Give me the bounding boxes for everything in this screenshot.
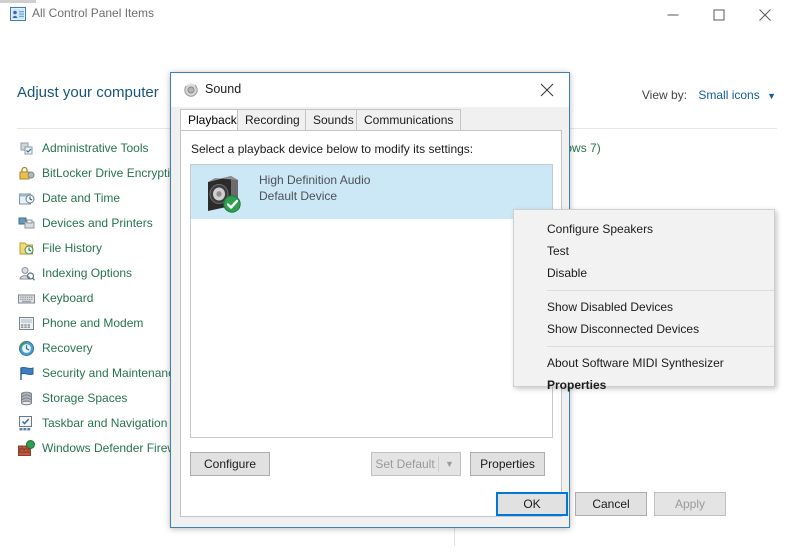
sound-dialog: Sound Playback Recording Sounds Communic… [170, 72, 570, 528]
maximize-icon [714, 10, 725, 21]
maximize-button[interactable] [696, 0, 742, 30]
bitlocker-icon [18, 165, 35, 182]
tab-communications[interactable]: Communications [356, 109, 461, 131]
set-default-button: Set Default ▼ [371, 452, 461, 476]
context-menu-item-configure-speakers[interactable]: Configure Speakers [514, 218, 774, 240]
context-menu-item-disable[interactable]: Disable [514, 262, 774, 284]
apply-button: Apply [654, 492, 726, 516]
view-by-control[interactable]: View by: Small icons ▼ [642, 88, 776, 102]
close-icon [541, 84, 554, 97]
list-item-label[interactable]: BitLocker Drive Encryption [42, 161, 183, 186]
administrative-tools-icon [18, 140, 35, 157]
speaker-device-icon [203, 173, 245, 213]
list-item-label[interactable]: Security and Maintenance [42, 361, 181, 386]
windows-defender-firewall-icon [18, 440, 35, 457]
titlebar-tab-stub [0, 0, 36, 3]
chevron-down-icon[interactable]: ▼ [767, 91, 776, 101]
close-button[interactable] [742, 0, 788, 30]
context-menu-item-test[interactable]: Test [514, 240, 774, 262]
taskbar-navigation-icon [18, 415, 35, 432]
dialog-title: Sound [205, 82, 241, 96]
device-name: High Definition Audio [259, 173, 370, 187]
navigation-bar: › Control Panel › All Control Panel Item… [0, 30, 802, 66]
device-row-high-definition-audio[interactable]: High Definition Audio Default Device [191, 165, 552, 219]
list-item-label[interactable]: Date and Time [42, 186, 120, 211]
tab-recording[interactable]: Recording [237, 109, 308, 131]
device-properties-button[interactable]: Properties [470, 452, 545, 476]
context-menu-separator [547, 346, 774, 347]
list-item-label[interactable]: File History [42, 236, 102, 261]
minimize-icon [668, 10, 679, 21]
list-item-label[interactable]: Windows Defender Firewall [42, 436, 188, 461]
context-menu-separator [547, 290, 774, 291]
list-item-label[interactable]: Taskbar and Navigation [42, 411, 167, 436]
control-panel-icon [10, 7, 26, 21]
security-maintenance-icon [18, 365, 35, 382]
pane-prompt: Select a playback device below to modify… [191, 142, 473, 156]
set-default-label: Set Default [372, 453, 438, 475]
list-item-label[interactable]: Recovery [42, 336, 93, 361]
cancel-button[interactable]: Cancel [575, 492, 647, 516]
playback-tab-pane: Select a playback device below to modify… [180, 130, 562, 517]
context-menu-item-about-software-midi-synthesizer[interactable]: About Software MIDI Synthesizer [514, 352, 774, 374]
storage-spaces-icon [18, 390, 35, 407]
view-by-value[interactable]: Small icons [698, 88, 759, 102]
list-item-label[interactable]: Storage Spaces [42, 386, 127, 411]
configure-button[interactable]: Configure [190, 452, 270, 476]
list-item-label[interactable]: Phone and Modem [42, 311, 143, 336]
context-menu-item-show-disabled-devices[interactable]: Show Disabled Devices [514, 296, 774, 318]
context-menu-item-show-disconnected-devices[interactable]: Show Disconnected Devices [514, 318, 774, 340]
close-icon [759, 9, 771, 21]
context-menu-item-properties[interactable]: Properties [514, 374, 774, 396]
view-by-label: View by: [642, 88, 687, 102]
page-title: Adjust your computer [17, 84, 159, 101]
screen: All Control Panel Items [0, 0, 802, 552]
list-item-label[interactable]: Devices and Printers [42, 211, 153, 236]
tab-playback[interactable]: Playback [180, 109, 245, 131]
device-status: Default Device [259, 189, 337, 203]
devices-printers-icon [18, 215, 35, 232]
device-context-menu: Configure Speakers Test Disable Show Dis… [513, 209, 775, 387]
volume-meter [514, 170, 532, 214]
list-item-label[interactable]: Indexing Options [42, 261, 132, 286]
indexing-options-icon [18, 265, 35, 282]
recovery-icon [18, 340, 35, 357]
window-titlebar: All Control Panel Items [0, 0, 802, 30]
list-item-label[interactable]: Administrative Tools [42, 136, 149, 161]
chevron-down-icon: ▼ [439, 453, 460, 475]
dialog-close-button[interactable] [525, 73, 569, 107]
ok-button[interactable]: OK [496, 492, 568, 516]
dialog-titlebar: Sound [171, 73, 569, 107]
phone-modem-icon [18, 315, 35, 332]
minimize-button[interactable] [650, 0, 696, 30]
date-time-icon [18, 190, 35, 207]
speaker-icon [183, 82, 199, 98]
tab-sounds[interactable]: Sounds [305, 109, 362, 131]
list-item-label[interactable]: Keyboard [42, 286, 93, 311]
playback-device-list[interactable]: High Definition Audio Default Device [190, 164, 553, 438]
context-menu-top-padding [514, 210, 774, 218]
file-history-icon [18, 240, 35, 257]
dialog-tabstrip: Playback Recording Sounds Communications [180, 109, 560, 131]
keyboard-icon [18, 290, 35, 307]
window-title: All Control Panel Items [32, 6, 154, 20]
